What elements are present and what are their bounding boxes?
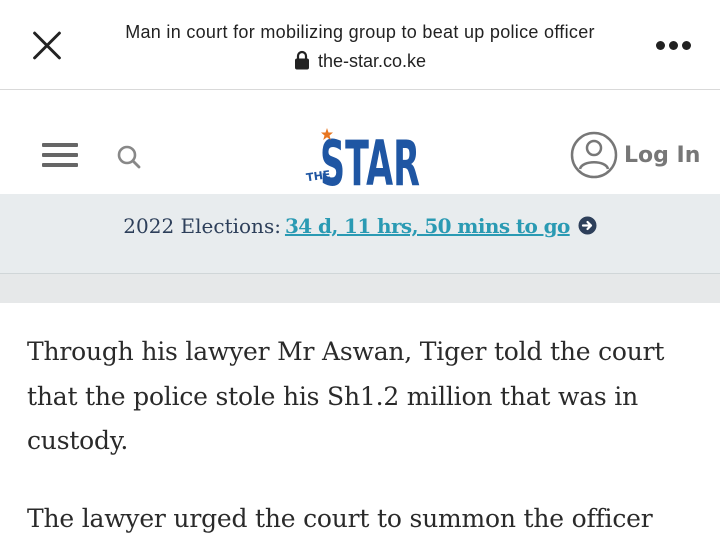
browser-top-bar: Man in court for mobilizing group to bea… [0, 0, 720, 90]
countdown-value-link[interactable]: 34 d, 11 hrs, 50 mins to go [285, 214, 570, 238]
countdown-label: 2022 Elections: [123, 214, 281, 238]
article-paragraph: Through his lawyer Mr Aswan, Tiger told … [27, 337, 665, 455]
site-logo[interactable]: THE STAR [300, 117, 424, 189]
lock-icon [294, 50, 309, 70]
arrow-circle-right-icon[interactable] [578, 216, 597, 235]
more-vert-icon[interactable] [652, 36, 696, 56]
logo-big-text: STAR [320, 127, 420, 189]
login-label: Log In [624, 142, 701, 168]
article-body: Through his lawyer Mr Aswan, Tiger told … [27, 330, 707, 551]
site-header: THE STAR Log In [0, 91, 720, 194]
hamburger-icon[interactable] [42, 143, 78, 167]
user-icon [570, 131, 618, 179]
article-paragraph: The lawyer urged the court to summon the… [27, 503, 653, 533]
page-title: Man in court for mobilizing group to bea… [125, 22, 595, 42]
url-display[interactable]: the-star.co.ke [0, 50, 720, 72]
login-button[interactable]: Log In [570, 131, 700, 179]
url-text: the-star.co.ke [317, 51, 427, 71]
election-countdown-banner: 2022 Elections: 34 d, 11 hrs, 50 mins to … [0, 194, 720, 274]
divider-strip [0, 274, 720, 303]
search-icon[interactable] [116, 144, 142, 170]
